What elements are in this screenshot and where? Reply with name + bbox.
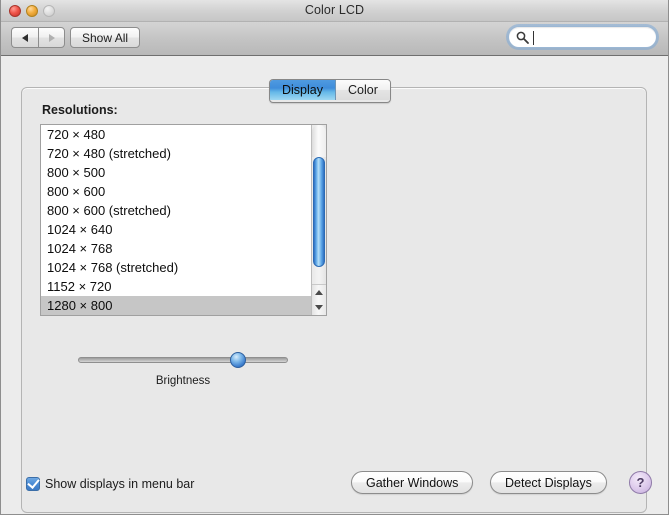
display-settings-panel: Resolutions: 720 × 480 720 × 480 (stretc… [21, 87, 647, 513]
nav-segmented-control [11, 27, 65, 48]
gather-windows-button[interactable]: Gather Windows [351, 471, 474, 494]
resolutions-scrollbar[interactable] [311, 125, 326, 315]
scroll-up-button[interactable] [312, 285, 326, 300]
show-all-button[interactable]: Show All [70, 27, 141, 48]
brightness-label: Brightness [155, 375, 211, 387]
scrollbar-arrows [312, 284, 326, 315]
search-input[interactable] [508, 26, 657, 48]
resolutions-list-inner: 720 × 480 720 × 480 (stretched) 800 × 50… [41, 125, 326, 315]
scrollbar-track[interactable] [312, 125, 326, 157]
search-icon [516, 31, 529, 44]
scrollbar-thumb[interactable] [313, 157, 325, 267]
list-item[interactable]: 800 × 600 [41, 182, 326, 201]
slider-track[interactable] [78, 357, 288, 363]
list-item[interactable]: 1024 × 768 (stretched) [41, 258, 326, 277]
show-displays-row[interactable]: Show displays in menu bar [26, 476, 195, 491]
show-all-label: Show All [82, 30, 129, 45]
show-displays-label: Show displays in menu bar [45, 477, 195, 491]
title-bar: Color LCD [1, 0, 668, 22]
list-item[interactable]: 720 × 480 (stretched) [41, 144, 326, 163]
list-item[interactable]: 1152 × 720 [41, 277, 326, 296]
triangle-down-icon [315, 305, 323, 310]
checkmark-icon [27, 476, 40, 489]
help-button[interactable]: ? [629, 471, 652, 494]
scroll-down-button[interactable] [312, 300, 326, 315]
gather-windows-label: Gather Windows [366, 475, 459, 490]
tab-color-label: Color [348, 83, 378, 97]
text-caret [533, 31, 534, 45]
show-displays-checkbox[interactable] [26, 476, 40, 491]
tab-bar: Display Color [269, 79, 391, 103]
tab-display-label: Display [282, 83, 323, 97]
detect-displays-label: Detect Displays [505, 475, 592, 490]
window-title: Color LCD [304, 3, 365, 17]
preferences-window: Color LCD Show All Display Color Resolut… [0, 0, 669, 515]
resolutions-list[interactable]: 720 × 480 720 × 480 (stretched) 800 × 50… [40, 124, 327, 316]
triangle-up-icon [315, 290, 323, 295]
list-item[interactable]: 1024 × 640 [41, 220, 326, 239]
chevron-right-icon [48, 33, 55, 42]
tab-color[interactable]: Color [336, 80, 390, 100]
back-button[interactable] [11, 27, 38, 48]
slider-thumb[interactable] [230, 352, 246, 368]
search-field-wrapper [508, 26, 657, 48]
brightness-slider[interactable]: Brightness [78, 350, 288, 387]
resolutions-label: Resolutions: [42, 103, 118, 117]
list-item[interactable]: 1024 × 768 [41, 239, 326, 258]
list-item[interactable]: 800 × 600 (stretched) [41, 201, 326, 220]
tab-display[interactable]: Display [270, 80, 336, 100]
toolbar: Show All [1, 22, 668, 56]
list-item-selected[interactable]: 1280 × 800 [41, 296, 326, 315]
detect-displays-button[interactable]: Detect Displays [490, 471, 607, 494]
chevron-left-icon [22, 33, 28, 42]
content-area: Display Color Resolutions: 720 × 480 720… [1, 57, 668, 514]
forward-button[interactable] [38, 27, 65, 48]
list-item[interactable]: 720 × 480 [41, 125, 326, 144]
list-item[interactable]: 800 × 500 [41, 163, 326, 182]
help-label: ? [636, 475, 645, 490]
